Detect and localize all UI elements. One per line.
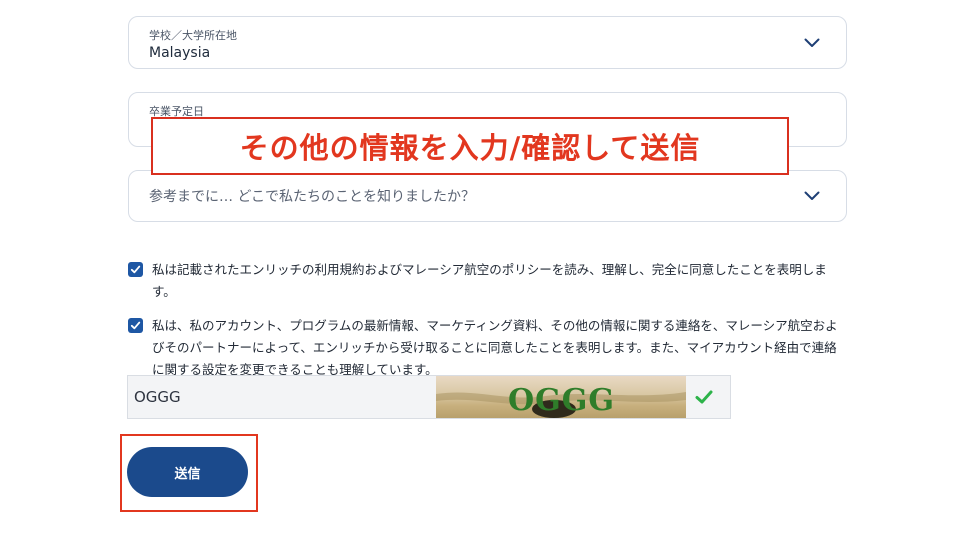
submit-button[interactable]: 送信 — [127, 447, 248, 497]
chevron-down-icon — [804, 191, 820, 200]
captcha-row: OGGG OGGG — [127, 375, 731, 419]
marketing-checkbox[interactable] — [128, 318, 143, 333]
terms-consent-text: 私は記載されたエンリッチの利用規約およびマレーシア航空のポリシーを読み、理解し、… — [152, 262, 827, 299]
marketing-consent-text: 私は、私のアカウント、プログラムの最新情報、マーケティング資料、その他の情報に関… — [152, 318, 838, 377]
terms-consent-row: 私は記載されたエンリッチの利用規約およびマレーシア航空のポリシーを読み、理解し、… — [128, 259, 848, 303]
instruction-banner: その他の情報を入力/確認して送信 — [151, 117, 789, 175]
school-location-label: 学校／大学所在地 — [149, 29, 237, 42]
check-icon — [695, 390, 713, 404]
captcha-image: OGGG — [436, 376, 686, 418]
checkmark-icon — [130, 265, 141, 274]
school-location-value: Malaysia — [149, 45, 211, 61]
referral-select[interactable]: 参考までに… どこで私たちのことを知りましたか？ — [128, 170, 847, 222]
marketing-consent-row: 私は、私のアカウント、プログラムの最新情報、マーケティング資料、その他の情報に関… — [128, 315, 848, 381]
chevron-down-icon — [804, 38, 820, 47]
referral-placeholder: 参考までに… どこで私たちのことを知りましたか？ — [149, 189, 476, 205]
captcha-input[interactable]: OGGG — [134, 376, 434, 418]
school-location-select[interactable]: 学校／大学所在地 Malaysia — [128, 16, 847, 69]
terms-checkbox[interactable] — [128, 262, 143, 277]
captcha-image-text: OGGG — [508, 383, 615, 418]
checkmark-icon — [130, 321, 141, 330]
